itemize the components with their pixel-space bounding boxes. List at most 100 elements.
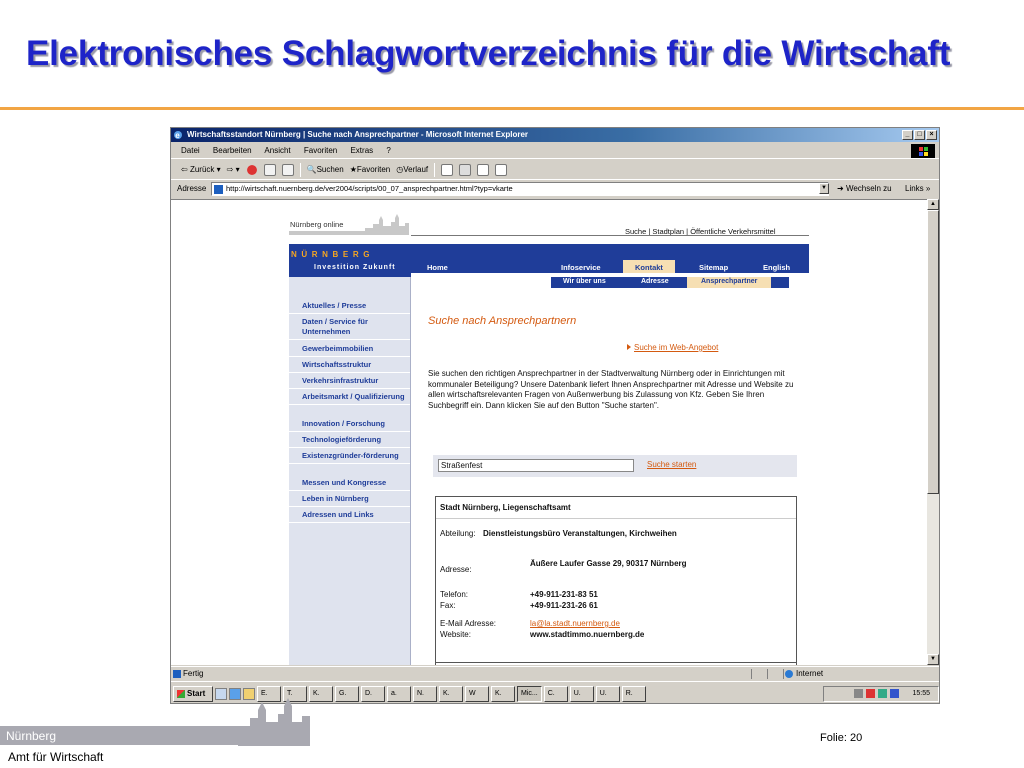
menu-favoriten[interactable]: Favoriten — [304, 146, 337, 155]
search-button[interactable]: 🔍Suchen — [307, 160, 344, 180]
sidebar-item-adressen[interactable]: Adressen und Links — [289, 508, 410, 523]
sidebar-item-gewerbeimmobilien[interactable]: Gewerbeimmobilien — [289, 342, 410, 357]
nav-infoservice[interactable]: Infoservice — [561, 263, 601, 272]
mail-icon[interactable] — [441, 163, 454, 176]
task-button[interactable]: N. — [413, 685, 437, 702]
task-button[interactable]: a. — [387, 685, 411, 702]
search-start-button[interactable]: Suche starten — [647, 460, 696, 469]
quicklaunch-desktop-icon[interactable] — [215, 687, 227, 700]
sidebar-item-technologiefoerderung[interactable]: Technologieförderung — [289, 433, 410, 448]
tray-app-icon[interactable] — [890, 689, 900, 698]
web-search-link[interactable]: Suche im Web-Angebot — [627, 343, 718, 352]
tray-app-icon[interactable] — [866, 689, 876, 698]
website-value[interactable]: www.stadtimmo.nuernberg.de — [530, 630, 730, 640]
address-label: Adresse: — [440, 565, 472, 574]
phone-label: Telefon: — [440, 590, 469, 599]
task-button[interactable]: U. — [569, 685, 594, 702]
refresh-icon[interactable] — [263, 163, 276, 176]
menu-ansicht[interactable]: Ansicht — [264, 146, 290, 155]
task-button[interactable]: D. — [361, 685, 385, 702]
sidebar-item-aktuelles[interactable]: Aktuelles / Presse — [289, 299, 410, 314]
back-button[interactable]: ⇦ Zurück ▾ — [181, 160, 221, 180]
slide-number: Folie: 20 — [820, 732, 863, 744]
menu-datei[interactable]: Datei — [181, 146, 200, 155]
task-button-active[interactable]: Mic... — [517, 685, 542, 702]
sidebar-item-messen[interactable]: Messen und Kongresse — [289, 476, 410, 491]
home-icon[interactable] — [281, 163, 294, 176]
go-arrow-icon: ➜ — [837, 184, 844, 193]
result-card: Stadt Nürnberg, Liegenschaftsamt Abteilu… — [435, 496, 797, 665]
menu-bearbeiten[interactable]: Bearbeiten — [213, 146, 252, 155]
sidebar-item-existenzgruender[interactable]: Existenzgründer-förderung — [289, 449, 410, 464]
footer-brand: Nürnberg — [6, 729, 57, 743]
footer-department: Amt für Wirtschaft — [8, 750, 104, 764]
email-label: E-Mail Adresse: — [440, 619, 497, 628]
minimize-button[interactable]: _ — [902, 130, 913, 140]
task-button[interactable]: G. — [335, 685, 359, 702]
nav-sitemap[interactable]: Sitemap — [699, 263, 728, 272]
task-button[interactable]: K. — [491, 685, 515, 702]
close-button[interactable]: × — [926, 130, 937, 140]
print-icon[interactable] — [459, 163, 472, 176]
dept-value: Dienstleistungsbüro Veranstaltungen, Kir… — [483, 529, 677, 538]
task-button[interactable]: R. — [621, 685, 646, 702]
sidebar-item-arbeitsmarkt[interactable]: Arbeitsmarkt / Qualifizierung — [289, 390, 410, 405]
speaker-icon[interactable] — [854, 689, 864, 698]
address-input[interactable]: http://wirtschaft.nuernberg.de/ver2004/s… — [211, 182, 829, 196]
task-button[interactable]: C. — [543, 685, 568, 702]
stop-icon[interactable] — [245, 163, 258, 176]
menu-help[interactable]: ? — [386, 146, 390, 155]
sidebar-item-wirtschaftsstruktur[interactable]: Wirtschaftsstruktur — [289, 358, 410, 373]
page-viewport: Nürnberg online Suche | Stadtplan | Öffe… — [171, 199, 927, 665]
discuss-icon[interactable] — [495, 163, 508, 176]
subnav-wir-ueber-uns[interactable]: Wir über uns — [563, 278, 606, 285]
task-button[interactable]: W — [465, 685, 489, 702]
phone-value: +49-911-231-83 51 — [530, 590, 598, 599]
address-label: Adresse — [177, 184, 207, 193]
search-input[interactable]: Straßenfest — [438, 459, 634, 472]
forward-button[interactable]: ⇨ ▾ — [227, 160, 240, 180]
scroll-up-icon[interactable]: ▲ — [927, 199, 939, 210]
menu-extras[interactable]: Extras — [350, 146, 373, 155]
subnav-adresse[interactable]: Adresse — [641, 278, 669, 285]
brand-logo[interactable]: NÜRNBERG Investition Zukunft — [289, 244, 411, 277]
edit-icon[interactable] — [477, 163, 490, 176]
top-rule — [411, 235, 809, 236]
status-bar: Fertig Internet — [171, 666, 939, 680]
sidebar-item-verkehrsinfrastruktur[interactable]: Verkehrsinfrastruktur — [289, 374, 410, 389]
slide-title: Elektronisches Schlagwortverzeichnis für… — [26, 34, 951, 73]
title-divider — [0, 107, 1024, 110]
history-button[interactable]: ◷Verlauf — [396, 160, 428, 180]
go-button[interactable]: ➜ Wechseln zu — [837, 181, 892, 197]
nav-kontakt[interactable]: Kontakt — [623, 260, 675, 273]
next-result-card — [435, 662, 797, 665]
tray-app-icon[interactable] — [878, 689, 888, 698]
status-divider — [751, 669, 752, 679]
sidebar-item-leben[interactable]: Leben in Nürnberg — [289, 492, 410, 507]
task-button[interactable]: K. — [439, 685, 463, 702]
maximize-button[interactable]: □ — [914, 130, 925, 140]
website: Nürnberg online Suche | Stadtplan | Öffe… — [289, 200, 809, 665]
ie-icon: e — [174, 131, 182, 140]
email-link[interactable]: la@la.stadt.nuernberg.de — [530, 619, 620, 628]
system-tray: 15:55 — [823, 685, 939, 702]
vertical-scrollbar[interactable]: ▲ ▼ — [927, 199, 939, 665]
scroll-thumb[interactable] — [927, 210, 939, 494]
sidebar-item-daten-service[interactable]: Daten / Service für Unternehmen — [289, 315, 410, 340]
nav-home[interactable]: Home — [427, 263, 448, 272]
start-button[interactable]: Start — [173, 685, 213, 702]
clock: 15:55 — [912, 690, 930, 697]
favorites-icon: ★ — [349, 164, 357, 174]
brand-tagline: Investition Zukunft — [314, 264, 396, 271]
nav-english[interactable]: English — [763, 263, 790, 272]
favorites-button[interactable]: ★Favoriten — [350, 160, 391, 180]
subnav-ansprechpartner[interactable]: Ansprechpartner — [687, 277, 772, 288]
task-button[interactable]: U. — [595, 685, 620, 702]
links-button[interactable]: Links » — [905, 181, 930, 197]
main-nav: Home Infoservice Kontakt Sitemap English — [411, 244, 809, 273]
page-heading: Suche nach Ansprechpartnern — [428, 315, 577, 327]
sidebar-item-innovation[interactable]: Innovation / Forschung — [289, 417, 410, 432]
address-dropdown-icon[interactable]: ▼ — [819, 183, 829, 194]
online-label: Nürnberg online — [290, 220, 344, 229]
scroll-down-icon[interactable]: ▼ — [927, 654, 939, 665]
